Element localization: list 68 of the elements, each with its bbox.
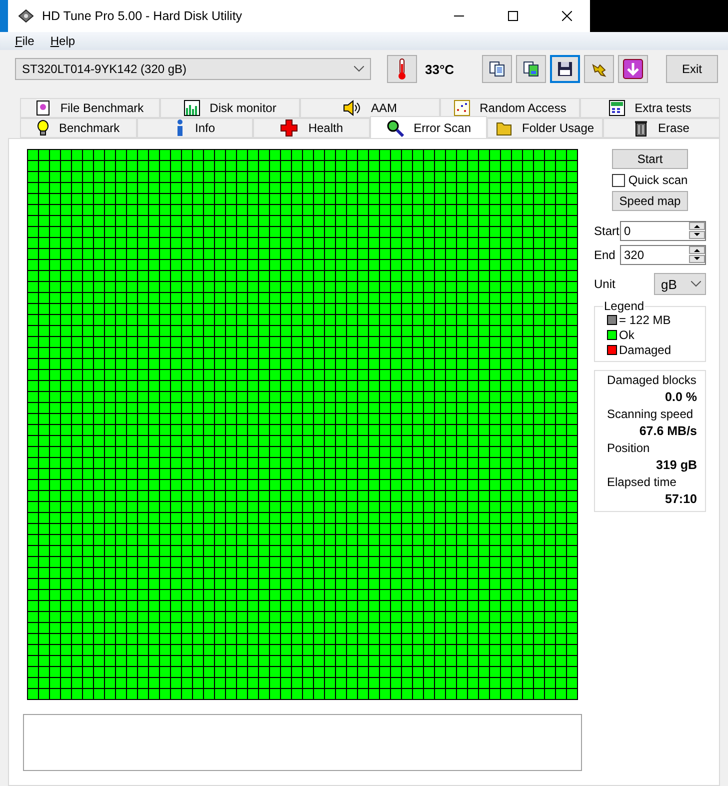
maximize-icon bbox=[508, 11, 518, 21]
tab[interactable]: Health bbox=[253, 118, 370, 138]
stat-value: 57:10 bbox=[665, 491, 697, 508]
tab[interactable]: Folder Usage bbox=[486, 118, 604, 138]
bar-chart-icon bbox=[184, 100, 200, 116]
copy-icon bbox=[489, 61, 505, 77]
toolbar-button[interactable] bbox=[584, 55, 614, 83]
quick-scan-label: Quick scan bbox=[628, 173, 688, 187]
number-field[interactable]: 0 bbox=[620, 221, 706, 241]
number-field[interactable]: 320 bbox=[620, 245, 706, 265]
spin-up-icon[interactable] bbox=[689, 246, 705, 254]
stat-value: 67.6 MB/s bbox=[639, 423, 697, 440]
unit-label: Unit bbox=[594, 277, 616, 291]
legend-label: = 122 MB bbox=[619, 313, 671, 327]
stat-label: Elapsed time bbox=[607, 475, 678, 490]
chevron-down-icon bbox=[691, 281, 701, 287]
window-title: HD Tune Pro 5.00 - Hard Disk Utility bbox=[42, 9, 244, 23]
spin-down-icon[interactable] bbox=[689, 231, 705, 239]
temperature-reading: 33°C bbox=[425, 62, 454, 76]
tab[interactable]: Random Access bbox=[440, 98, 580, 118]
drive-dropdown[interactable]: ST320LT014-9YK142 (320 gB) bbox=[15, 58, 371, 80]
desktop-background bbox=[0, 0, 8, 32]
stat-label: Position bbox=[607, 441, 651, 456]
folder-icon bbox=[496, 120, 512, 136]
legend-label: Ok bbox=[619, 328, 634, 342]
close-icon bbox=[562, 11, 572, 21]
lightbulb-icon bbox=[36, 120, 49, 136]
toolbar-button[interactable] bbox=[516, 55, 546, 83]
legend-label: Damaged bbox=[619, 343, 672, 357]
document-icon bbox=[36, 100, 50, 116]
tab[interactable]: Error Scan bbox=[370, 116, 487, 138]
speed-map-button[interactable]: Speed map bbox=[612, 191, 688, 211]
download-icon bbox=[623, 59, 643, 79]
scatter-icon bbox=[454, 100, 470, 116]
tab[interactable]: Benchmark bbox=[20, 118, 137, 138]
stat-value: 0.0 % bbox=[665, 389, 697, 406]
cross-icon bbox=[280, 119, 298, 137]
magnifier-icon bbox=[386, 118, 404, 136]
tab[interactable]: Info bbox=[136, 118, 254, 138]
calculator-icon bbox=[608, 100, 625, 116]
spin-up-icon[interactable] bbox=[689, 222, 705, 230]
speaker-icon bbox=[342, 100, 361, 116]
tab[interactable]: Extra tests bbox=[580, 98, 720, 118]
menu-item[interactable]: Help bbox=[50, 34, 76, 48]
legend-title: Legend bbox=[603, 299, 646, 313]
toolbar-button[interactable] bbox=[618, 55, 648, 83]
save-icon bbox=[557, 61, 573, 77]
range-label: End bbox=[594, 248, 616, 262]
quick-scan-checkbox[interactable] bbox=[612, 174, 626, 186]
thermometer-icon bbox=[397, 58, 407, 80]
spin-down-icon[interactable] bbox=[689, 255, 705, 263]
toolbar-button[interactable] bbox=[482, 55, 512, 83]
unit-dropdown[interactable]: gB bbox=[654, 273, 706, 295]
stat-value: 319 gB bbox=[656, 457, 697, 474]
start-button[interactable]: Start bbox=[612, 149, 688, 169]
exit-button[interactable]: Exit bbox=[666, 55, 718, 83]
compare-icon bbox=[523, 61, 539, 77]
toolbar-button[interactable] bbox=[550, 55, 580, 83]
stat-label: Damaged blocks bbox=[607, 373, 697, 388]
tab[interactable]: Disk monitor bbox=[160, 98, 300, 118]
stat-label: Scanning speed bbox=[607, 407, 694, 422]
tab[interactable]: Erase bbox=[603, 118, 720, 138]
tab[interactable]: File Benchmark bbox=[20, 98, 160, 118]
thermometer-button[interactable] bbox=[387, 55, 417, 83]
info-icon bbox=[175, 119, 185, 137]
menu-item[interactable]: File bbox=[15, 34, 34, 48]
chevron-down-icon bbox=[354, 66, 364, 72]
tab[interactable]: AAM bbox=[300, 98, 440, 118]
